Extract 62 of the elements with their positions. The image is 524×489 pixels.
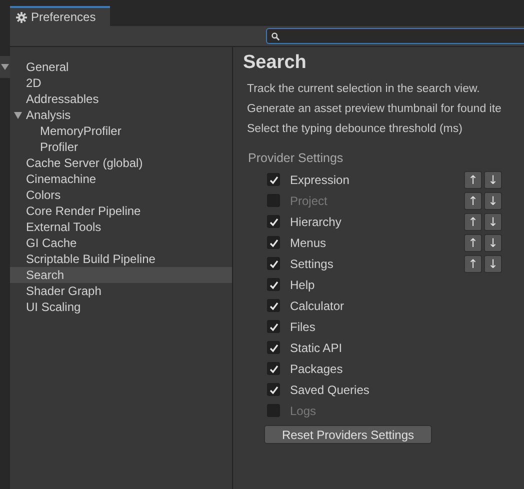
provider-label: Calculator [290, 298, 344, 312]
move-up-button[interactable]: ↑ [464, 212, 482, 230]
sidebar-item[interactable]: GI Cache [10, 235, 232, 251]
provider-label: Expression [290, 172, 350, 186]
move-down-button[interactable]: ↓ [484, 170, 502, 188]
move-up-button[interactable]: ↑ [464, 234, 482, 252]
sidebar-item[interactable]: Scriptable Build Pipeline [10, 251, 232, 267]
sidebar-item[interactable]: Cache Server (global) [10, 155, 232, 171]
option-label: Select the typing debounce threshold (ms) [246, 122, 462, 137]
checkbox[interactable] [267, 236, 280, 249]
move-down-button[interactable]: ↓ [484, 212, 502, 230]
provider-label: Settings [290, 256, 334, 270]
move-down-button[interactable]: ↓ [484, 234, 502, 252]
sidebar-item[interactable]: Core Render Pipeline [10, 203, 232, 219]
move-up-button[interactable]: ↑ [464, 192, 482, 210]
provider-label: Logs [290, 404, 316, 418]
expanded-arrow-icon[interactable] [13, 110, 23, 120]
sidebar-item[interactable]: Cinemachine [10, 171, 232, 187]
sidebar-item[interactable]: 2D [10, 75, 232, 91]
provider-label: Menus [290, 236, 326, 250]
checkbox[interactable] [267, 404, 280, 417]
provider-label: Hierarchy [290, 214, 342, 228]
search-field[interactable] [266, 28, 524, 44]
checkbox[interactable] [267, 341, 280, 354]
gear-icon [16, 12, 27, 22]
sidebar-item[interactable]: External Tools [10, 219, 232, 235]
checkbox[interactable] [267, 278, 280, 291]
sidebar-item[interactable]: Analysis [10, 107, 232, 123]
option-label: Generate an asset preview thumbnail for found ite [246, 102, 502, 117]
sidebar-item[interactable]: Addressables [10, 91, 232, 107]
sidebar-item[interactable]: Profiler [10, 139, 232, 155]
move-up-button[interactable]: ↑ [464, 170, 482, 188]
checkbox[interactable] [267, 257, 280, 270]
option-label: Track the current selection in the search view. [246, 82, 480, 97]
reset-providers-button[interactable]: Reset Providers Settings [264, 425, 432, 444]
checkbox[interactable] [267, 173, 280, 186]
dropdown-arrow-icon[interactable] [1, 64, 9, 70]
page-title: Search [243, 51, 308, 75]
move-down-button[interactable]: ↓ [484, 254, 502, 272]
checkbox[interactable] [267, 383, 280, 396]
sidebar-item[interactable]: UI Scaling [10, 299, 232, 315]
provider-label: Static API [290, 340, 342, 354]
checkbox[interactable] [267, 362, 280, 375]
checkbox[interactable] [267, 215, 280, 228]
move-down-button[interactable]: ↓ [484, 192, 502, 210]
checkbox[interactable] [267, 320, 280, 333]
sidebar-item[interactable]: Search [10, 267, 232, 283]
provider-label: Help [290, 278, 315, 292]
checkbox[interactable] [267, 194, 280, 207]
provider-label: Project [290, 194, 328, 208]
checkbox[interactable] [267, 299, 280, 312]
search-icon [271, 32, 280, 40]
sidebar-item[interactable]: Colors [10, 187, 232, 203]
window-tab[interactable]: Preferences [10, 6, 110, 26]
provider-label: Files [290, 320, 316, 334]
provider-label: Packages [290, 362, 343, 376]
sidebar-item[interactable]: Shader Graph [10, 283, 232, 299]
provider-label: Saved Queries [290, 382, 370, 396]
sidebar-item[interactable]: General [10, 59, 232, 75]
section-heading: Provider Settings [247, 150, 344, 166]
move-up-button[interactable]: ↑ [464, 254, 482, 272]
sidebar-item[interactable]: MemoryProfiler [10, 123, 232, 139]
